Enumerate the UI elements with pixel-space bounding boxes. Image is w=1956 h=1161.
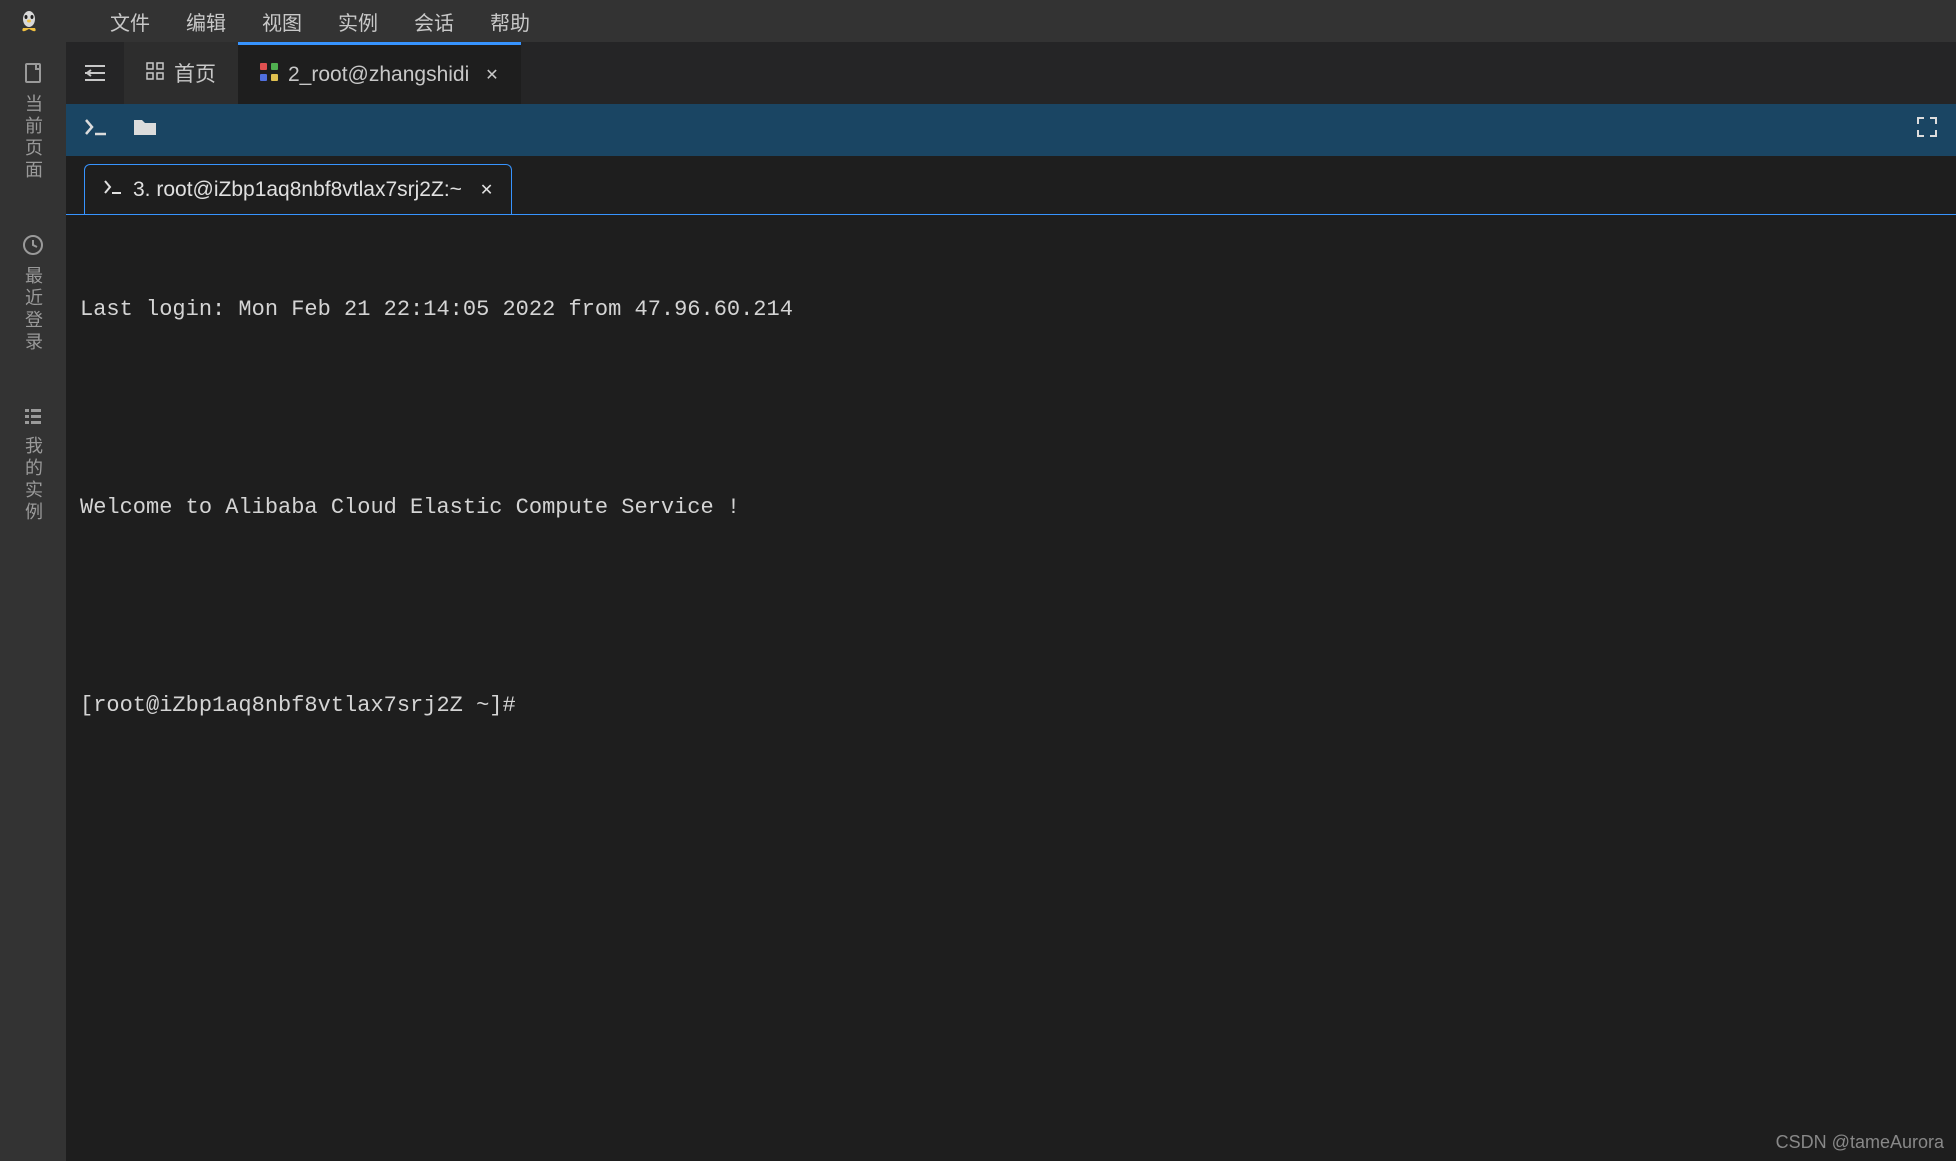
sidebar-item-label: 当前页面 <box>20 94 46 182</box>
tab-label: 首页 <box>174 58 216 88</box>
terminal-line: Last login: Mon Feb 21 22:14:05 2022 fro… <box>80 293 1942 326</box>
close-icon[interactable]: ✕ <box>480 180 493 200</box>
close-icon[interactable]: ✕ <box>485 65 498 85</box>
fullscreen-icon[interactable] <box>1916 116 1938 144</box>
terminal-line <box>80 392 1942 425</box>
menu-help[interactable]: 帮助 <box>486 1 534 42</box>
terminal-icon[interactable] <box>84 117 108 143</box>
terminal-prompt: [root@iZbp1aq8nbf8vtlax7srj2Z ~]# <box>80 689 1942 722</box>
session-tab-label: 3. root@iZbp1aq8nbf8vtlax7srj2Z:~ <box>133 178 462 202</box>
collapse-panel-icon[interactable] <box>66 42 124 104</box>
tab-label: 2_root@zhangshidi <box>288 63 469 87</box>
session-icon <box>260 63 278 86</box>
toolbar <box>66 104 1956 156</box>
menu-file[interactable]: 文件 <box>106 1 154 42</box>
grid-icon <box>146 62 164 85</box>
watermark: CSDN @tameAurora <box>1776 1132 1944 1153</box>
page-icon <box>23 62 43 90</box>
tab-home[interactable]: 首页 <box>124 42 238 104</box>
sidebar-item-my-instances[interactable]: 我的实例 <box>20 406 46 524</box>
terminal-line <box>80 590 1942 623</box>
sidebar-item-label: 最近登录 <box>20 266 46 354</box>
terminal-line: Welcome to Alibaba Cloud Elastic Compute… <box>80 491 1942 524</box>
menu-view[interactable]: 视图 <box>258 1 306 42</box>
menu-edit[interactable]: 编辑 <box>182 1 230 42</box>
terminal-output[interactable]: Last login: Mon Feb 21 22:14:05 2022 fro… <box>66 214 1956 1161</box>
left-sidebar: 当前页面 最近登录 我的实例 <box>0 42 66 1161</box>
main-area: 首页 2_root@zhangshidi ✕ <box>66 42 1956 1161</box>
menu-instance[interactable]: 实例 <box>334 1 382 42</box>
sidebar-item-recent-login[interactable]: 最近登录 <box>20 234 46 354</box>
session-tab[interactable]: 3. root@iZbp1aq8nbf8vtlax7srj2Z:~ ✕ <box>84 164 512 214</box>
app-logo-icon <box>18 10 40 32</box>
tab-row: 首页 2_root@zhangshidi ✕ <box>66 42 1956 104</box>
terminal-icon <box>103 179 123 200</box>
sidebar-item-label: 我的实例 <box>20 436 46 524</box>
sidebar-item-current-page[interactable]: 当前页面 <box>20 62 46 182</box>
list-icon <box>23 406 43 432</box>
session-tab-row: 3. root@iZbp1aq8nbf8vtlax7srj2Z:~ ✕ <box>66 156 1956 214</box>
menu-session[interactable]: 会话 <box>410 1 458 42</box>
menubar: 文件 编辑 视图 实例 会话 帮助 <box>0 0 1956 42</box>
clock-icon <box>22 234 44 262</box>
tab-session[interactable]: 2_root@zhangshidi ✕ <box>238 42 521 104</box>
folder-icon[interactable] <box>132 117 158 143</box>
